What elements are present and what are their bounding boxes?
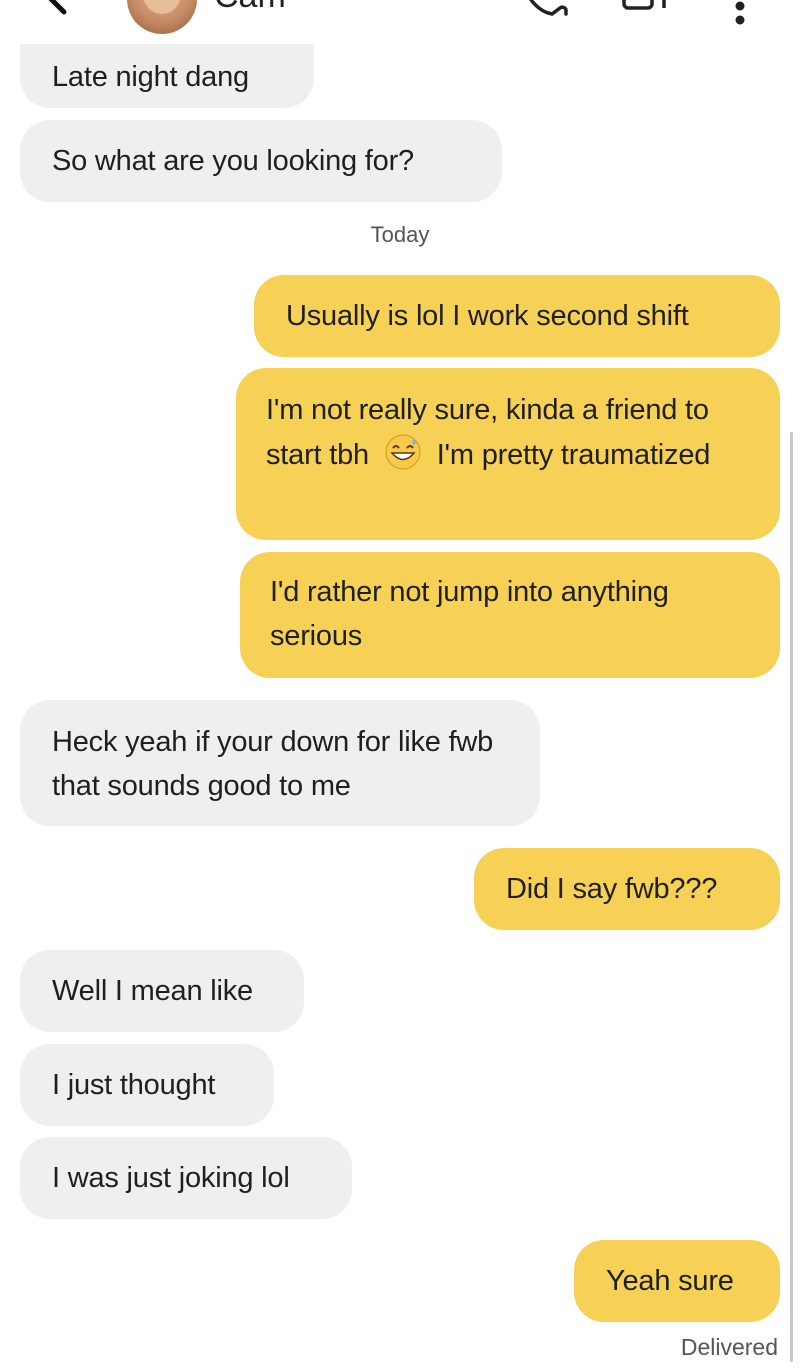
message-text: I was just joking lol xyxy=(52,1162,290,1194)
message-incoming: I just thought xyxy=(20,1044,274,1126)
chat-header: Cam xyxy=(0,0,800,40)
message-text: Did I say fwb??? xyxy=(506,873,718,905)
message-outgoing: Usually is lol I work second shift xyxy=(254,275,780,357)
message-text: I just thought xyxy=(52,1069,216,1101)
message-incoming: Heck yeah if your down for like fwb that… xyxy=(20,700,540,826)
scrollbar[interactable] xyxy=(790,432,793,1362)
message-text: I'd rather not jump into anything seriou… xyxy=(270,576,669,652)
date-separator: Today xyxy=(370,222,430,247)
message-text: Late night dang xyxy=(52,61,249,93)
more-vertical-icon[interactable] xyxy=(733,0,747,28)
message-text: So what are you looking for? xyxy=(52,145,414,177)
message-text: Usually is lol I work second shift xyxy=(286,300,689,332)
message-outgoing: I'm not really sure, kinda a friend to s… xyxy=(236,368,780,540)
message-incoming: So what are you looking for? xyxy=(20,120,502,202)
video-icon[interactable] xyxy=(620,0,668,20)
message-outgoing: Yeah sure xyxy=(574,1240,780,1322)
message-incoming: Late night dang xyxy=(20,44,314,108)
message-text: Heck yeah if your down for like fwb that… xyxy=(52,726,494,802)
message-incoming: Well I mean like xyxy=(20,950,304,1032)
back-arrow-icon[interactable] xyxy=(34,0,78,20)
message-text: I'm pretty traumatized xyxy=(436,439,711,471)
phone-icon[interactable] xyxy=(522,0,572,20)
avatar[interactable] xyxy=(127,0,197,34)
message-outgoing: Did I say fwb??? xyxy=(474,848,780,930)
delivery-status: Delivered xyxy=(680,1334,778,1360)
message-text: Well I mean like xyxy=(52,975,253,1007)
grinning-sweat-emoji-icon xyxy=(385,434,421,470)
contact-name[interactable]: Cam xyxy=(214,0,286,16)
message-incoming: I was just joking lol xyxy=(20,1137,352,1219)
message-outgoing: I'd rather not jump into anything seriou… xyxy=(240,552,780,678)
message-text: Yeah sure xyxy=(606,1265,734,1297)
